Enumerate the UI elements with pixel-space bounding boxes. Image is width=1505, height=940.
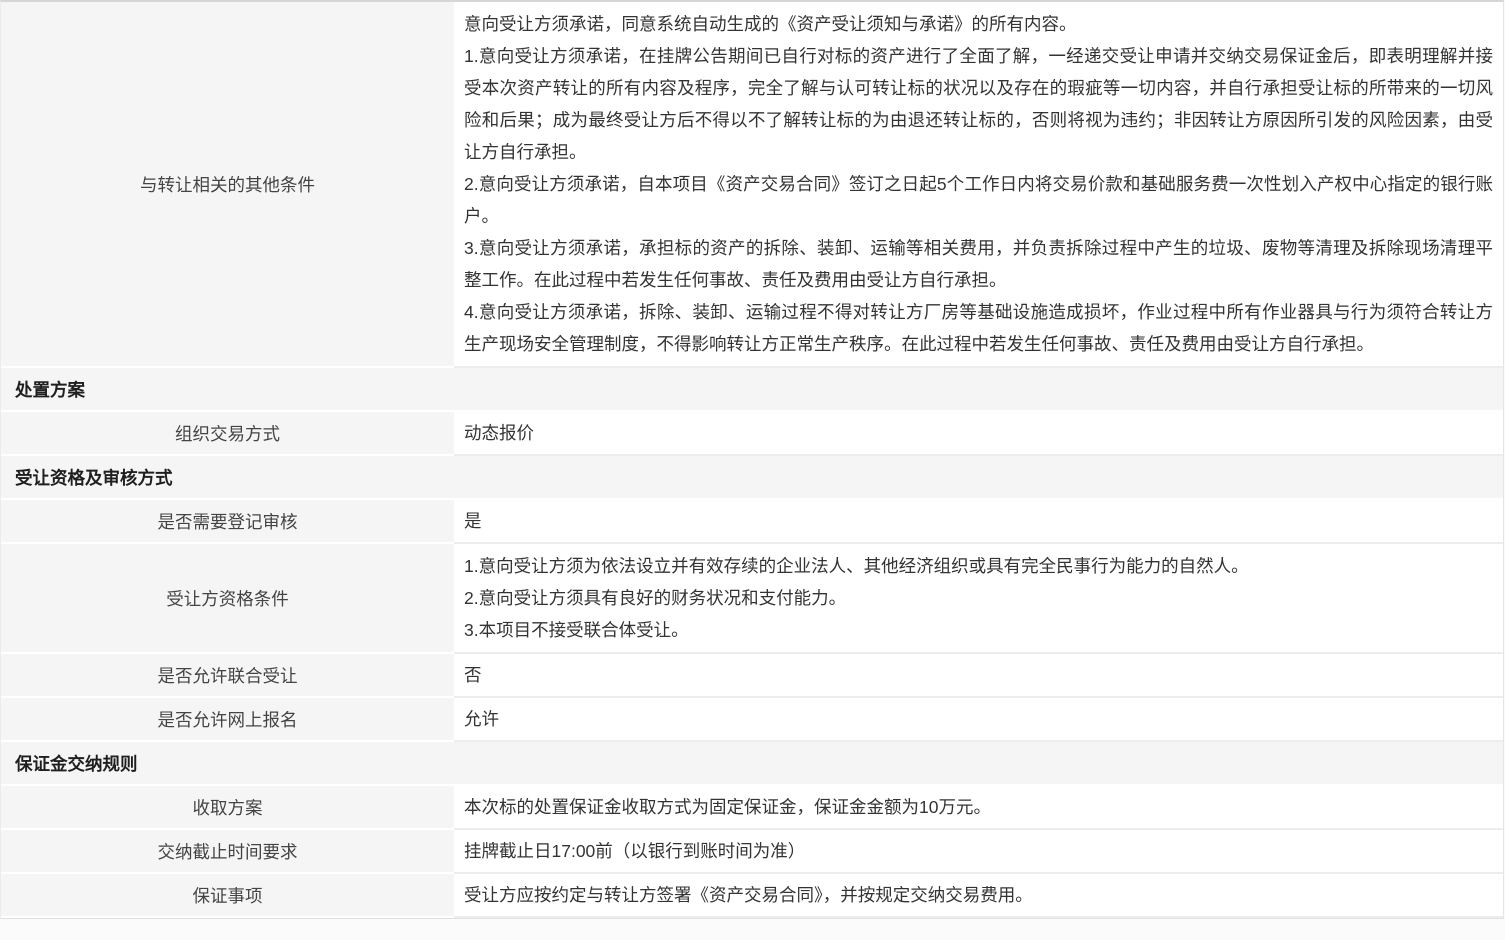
value-paragraph: 是 xyxy=(464,505,482,537)
value-paragraph: 1.意向受让方须为依法设立并有效存续的企业法人、其他经济组织或具有完全民事行为能… xyxy=(464,550,1493,582)
row-label: 与转让相关的其他条件 xyxy=(1,2,454,368)
table-row-guarantee-matters: 保证事项 受让方应按约定与转让方签署《资产交易合同》，并按规定交纳交易费用。 xyxy=(1,874,1503,918)
row-value: 允许 xyxy=(454,698,1503,742)
table-row-qualification-conditions: 受让方资格条件 1.意向受让方须为依法设立并有效存续的企业法人、其他经济组织或具… xyxy=(1,544,1503,654)
table-row-payment-deadline: 交纳截止时间要求 挂牌截止日17:00前（以银行到账时间为准） xyxy=(1,830,1503,874)
value-paragraph: 否 xyxy=(464,659,482,691)
row-value: 动态报价 xyxy=(454,412,1503,456)
transfer-conditions-table: 与转让相关的其他条件 意向受让方须承诺，同意系统自动生成的《资产受让须知与承诺》… xyxy=(0,0,1504,919)
row-label: 是否允许联合受让 xyxy=(1,654,454,698)
value-paragraph: 1.意向受让方须承诺，在挂牌公告期间已自行对标的资产进行了全面了解，一经递交受让… xyxy=(464,40,1493,168)
row-value: 挂牌截止日17:00前（以银行到账时间为准） xyxy=(454,830,1503,874)
value-paragraph: 2.意向受让方须承诺，自本项目《资产交易合同》签订之日起5个工作日内将交易价款和… xyxy=(464,168,1493,232)
section-title: 受让资格及审核方式 xyxy=(15,465,173,490)
row-value: 是 xyxy=(454,500,1503,544)
section-title: 处置方案 xyxy=(15,377,85,402)
value-paragraph: 受让方应按约定与转让方签署《资产交易合同》，并按规定交纳交易费用。 xyxy=(464,879,1033,911)
table-row-registration-review: 是否需要登记审核 是 xyxy=(1,500,1503,544)
value-paragraph: 挂牌截止日17:00前（以银行到账时间为准） xyxy=(464,835,805,867)
row-value: 1.意向受让方须为依法设立并有效存续的企业法人、其他经济组织或具有完全民事行为能… xyxy=(454,544,1503,654)
table-row-trade-method: 组织交易方式 动态报价 xyxy=(1,412,1503,456)
value-paragraph: 意向受让方须承诺，同意系统自动生成的《资产受让须知与承诺》的所有内容。 xyxy=(464,8,1493,40)
row-value: 受让方应按约定与转让方签署《资产交易合同》，并按规定交纳交易费用。 xyxy=(454,874,1503,918)
row-value: 意向受让方须承诺，同意系统自动生成的《资产受让须知与承诺》的所有内容。 1.意向… xyxy=(454,2,1503,368)
value-paragraph: 本次标的处置保证金收取方式为固定保证金，保证金金额为10万元。 xyxy=(464,791,991,823)
section-header-deposit-rules: 保证金交纳规则 xyxy=(1,742,1503,786)
row-value: 否 xyxy=(454,654,1503,698)
value-paragraph: 允许 xyxy=(464,703,499,735)
row-label: 受让方资格条件 xyxy=(1,544,454,654)
table-row-joint-transfer: 是否允许联合受让 否 xyxy=(1,654,1503,698)
value-paragraph: 3.意向受让方须承诺，承担标的资产的拆除、装卸、运输等相关费用，并负责拆除过程中… xyxy=(464,232,1493,296)
listing-detail-page: 与转让相关的其他条件 意向受让方须承诺，同意系统自动生成的《资产受让须知与承诺》… xyxy=(0,0,1505,940)
row-label: 交纳截止时间要求 xyxy=(1,830,454,874)
section-header-transferee-qualification: 受让资格及审核方式 xyxy=(1,456,1503,500)
row-label: 组织交易方式 xyxy=(1,412,454,456)
row-label: 保证事项 xyxy=(1,874,454,918)
row-label: 是否允许网上报名 xyxy=(1,698,454,742)
table-row-collection-plan: 收取方案 本次标的处置保证金收取方式为固定保证金，保证金金额为10万元。 xyxy=(1,786,1503,830)
value-paragraph: 动态报价 xyxy=(464,417,534,449)
value-paragraph: 3.本项目不接受联合体受让。 xyxy=(464,614,1493,646)
row-value: 本次标的处置保证金收取方式为固定保证金，保证金金额为10万元。 xyxy=(454,786,1503,830)
section-title: 保证金交纳规则 xyxy=(15,751,138,776)
row-label: 收取方案 xyxy=(1,786,454,830)
row-label: 是否需要登记审核 xyxy=(1,500,454,544)
section-header-disposal-plan: 处置方案 xyxy=(1,368,1503,412)
table-row-online-signup: 是否允许网上报名 允许 xyxy=(1,698,1503,742)
table-row-other-conditions: 与转让相关的其他条件 意向受让方须承诺，同意系统自动生成的《资产受让须知与承诺》… xyxy=(1,2,1503,368)
value-paragraph: 2.意向受让方须具有良好的财务状况和支付能力。 xyxy=(464,582,1493,614)
value-paragraph: 4.意向受让方须承诺，拆除、装卸、运输过程不得对转让方厂房等基础设施造成损坏，作… xyxy=(464,296,1493,360)
